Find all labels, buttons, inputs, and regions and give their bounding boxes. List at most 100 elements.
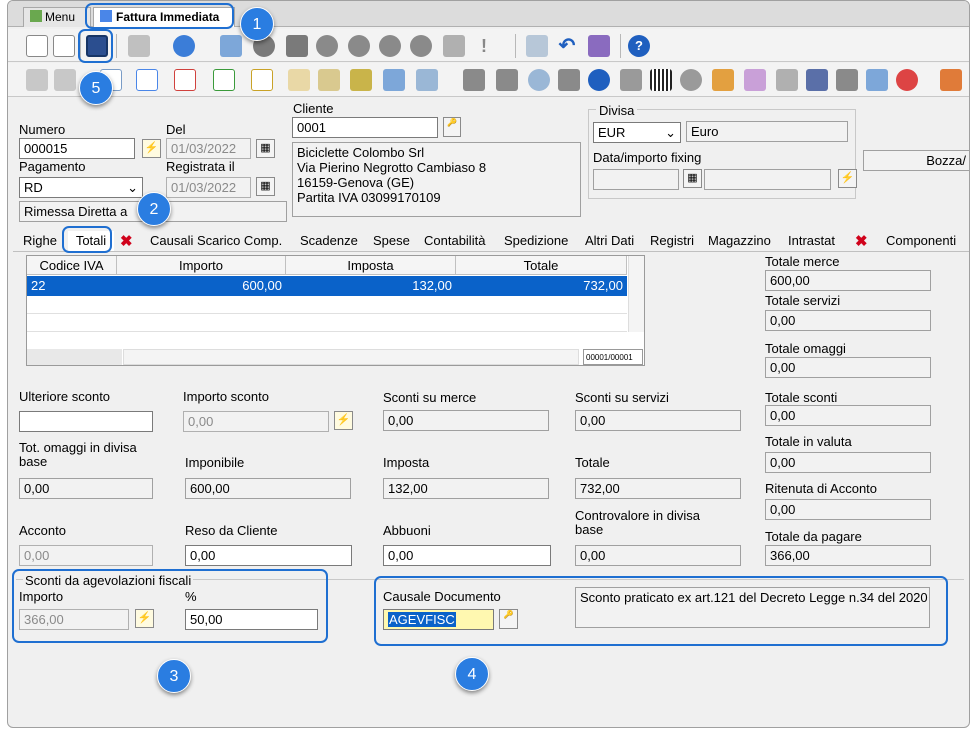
controvalore-label: Controvalore in divisa base xyxy=(575,508,701,537)
tab-intrastat[interactable]: Intrastat xyxy=(788,231,835,251)
abbuoni-field[interactable]: 0,00 xyxy=(383,545,551,566)
cliente-address: Biciclette Colombo Srl Via Pierino Negro… xyxy=(292,142,581,217)
totale-pagare-label: Totale da pagare xyxy=(765,529,862,544)
column-header[interactable]: Codice IVA xyxy=(27,256,117,275)
lightning-icon[interactable]: ⚡ xyxy=(838,169,857,188)
help-icon[interactable]: ? xyxy=(628,35,650,57)
move-icon[interactable] xyxy=(350,69,372,91)
excel-icon[interactable] xyxy=(213,69,235,91)
document-attach-icon[interactable] xyxy=(744,69,766,91)
sconti-merce-field: 0,00 xyxy=(383,410,549,431)
callout-3: 3 xyxy=(157,659,191,693)
record-counter: 00001/00001 xyxy=(583,349,643,365)
numero-field[interactable]: 000015 xyxy=(19,138,135,159)
edit-document-icon[interactable] xyxy=(53,35,75,57)
previous-record-icon[interactable] xyxy=(348,35,370,57)
warehouse2-icon[interactable] xyxy=(496,69,518,91)
lookup-icon[interactable]: 🔑 xyxy=(443,117,461,137)
tab-scadenze[interactable]: Scadenze xyxy=(300,231,358,251)
reso-field[interactable]: 0,00 xyxy=(185,545,352,566)
info-icon[interactable] xyxy=(588,69,610,91)
user-icon[interactable] xyxy=(558,69,580,91)
mail-open-icon[interactable] xyxy=(54,69,76,91)
acconto-label: Acconto xyxy=(19,523,66,538)
attachments-icon[interactable] xyxy=(443,35,465,57)
tools-icon[interactable] xyxy=(588,35,610,57)
calendar-icon[interactable]: ▦ xyxy=(683,169,702,188)
ulteriore-sconto-field[interactable] xyxy=(19,411,153,432)
acconto-field[interactable]: 0,00 xyxy=(19,545,153,566)
fixing-amount-field[interactable] xyxy=(704,169,831,190)
column-header[interactable]: Imposta xyxy=(286,256,456,275)
tab-righe[interactable]: Righe xyxy=(23,231,57,251)
close-icon[interactable]: ✖ xyxy=(855,232,868,250)
pdf-icon[interactable] xyxy=(174,69,196,91)
last-record-icon[interactable] xyxy=(410,35,432,57)
sconti-merce-label: Sconti su merce xyxy=(383,390,477,405)
lightning-icon[interactable]: ⚡ xyxy=(142,139,161,158)
paste-icon[interactable] xyxy=(318,69,340,91)
contacts-icon[interactable] xyxy=(680,69,702,91)
scanner-icon[interactable] xyxy=(776,69,798,91)
divisa-label: Divisa xyxy=(596,103,638,118)
imponibile-field: 600,00 xyxy=(185,478,351,499)
warning-icon[interactable]: ! xyxy=(473,35,495,57)
copy-icon[interactable] xyxy=(288,69,310,91)
import-icon[interactable] xyxy=(128,35,150,57)
divisa-select[interactable]: EUR ⌄ xyxy=(593,122,681,143)
first-record-icon[interactable] xyxy=(316,35,338,57)
barcode-icon[interactable] xyxy=(650,69,672,91)
divisa-description: Euro xyxy=(686,121,848,142)
preview-icon[interactable] xyxy=(136,69,158,91)
tab-menu[interactable]: Menu xyxy=(23,7,91,27)
stamp-icon[interactable] xyxy=(620,69,642,91)
settings-icon[interactable] xyxy=(220,35,242,57)
del-field[interactable]: 01/03/2022 xyxy=(166,138,251,159)
registrata-field[interactable]: 01/03/2022 xyxy=(166,177,251,198)
fax-icon[interactable] xyxy=(806,69,828,91)
calendar-icon[interactable]: ▦ xyxy=(256,139,275,158)
fixing-date-field[interactable] xyxy=(593,169,679,190)
tab-spese[interactable]: Spese xyxy=(373,231,410,251)
binoculars-icon[interactable] xyxy=(286,35,308,57)
tab-componenti[interactable]: Componenti xyxy=(886,231,956,251)
tab-magazzino[interactable]: Magazzino xyxy=(708,231,771,251)
italy-flag-icon[interactable] xyxy=(896,69,918,91)
tab-contabilita[interactable]: Contabilità xyxy=(424,231,485,251)
column-header[interactable]: Totale xyxy=(456,256,627,275)
globe-icon[interactable] xyxy=(173,35,195,57)
lightning-icon[interactable]: ⚡ xyxy=(334,411,353,430)
secondary-toolbar xyxy=(8,63,969,97)
next-record-icon[interactable] xyxy=(379,35,401,57)
iva-grid[interactable]: Codice IVA Importo Imposta Totale 22 600… xyxy=(26,255,645,366)
highlight-save xyxy=(78,29,113,63)
new-document-icon[interactable] xyxy=(26,35,48,57)
tab-causali[interactable]: Causali Scarico Comp. xyxy=(150,231,282,251)
undo-icon[interactable]: ↶ xyxy=(556,35,578,57)
vertical-scrollbar[interactable] xyxy=(628,256,644,332)
tag-icon[interactable] xyxy=(836,69,858,91)
ritenuta-label: Ritenuta di Acconto xyxy=(765,481,878,496)
sconti-servizi-field: 0,00 xyxy=(575,410,741,431)
importo-sconto-field[interactable]: 0,00 xyxy=(183,411,329,432)
more-icon[interactable] xyxy=(940,69,962,91)
clipboard-icon[interactable] xyxy=(416,69,438,91)
tab-spedizione[interactable]: Spedizione xyxy=(504,231,568,251)
warehouse-icon[interactable] xyxy=(463,69,485,91)
grid-toolbar[interactable] xyxy=(27,349,122,365)
link-icon[interactable] xyxy=(866,69,888,91)
network-icon[interactable] xyxy=(528,69,550,91)
pagamento-select[interactable]: RD ⌄ xyxy=(19,177,143,198)
horizontal-scrollbar[interactable] xyxy=(123,349,579,365)
column-header[interactable]: Importo xyxy=(117,256,286,275)
print-preview-icon[interactable] xyxy=(251,69,273,91)
document-edit-icon[interactable] xyxy=(712,69,734,91)
mail-icon[interactable] xyxy=(26,69,48,91)
tab-registri[interactable]: Registri xyxy=(650,231,694,251)
close-icon[interactable]: ✖ xyxy=(120,232,133,250)
delete-icon[interactable] xyxy=(526,35,548,57)
calendar-icon[interactable]: ▦ xyxy=(256,177,275,196)
tab-altri-dati[interactable]: Altri Dati xyxy=(585,231,634,251)
cliente-field[interactable]: 0001 xyxy=(292,117,438,138)
list-icon[interactable] xyxy=(383,69,405,91)
